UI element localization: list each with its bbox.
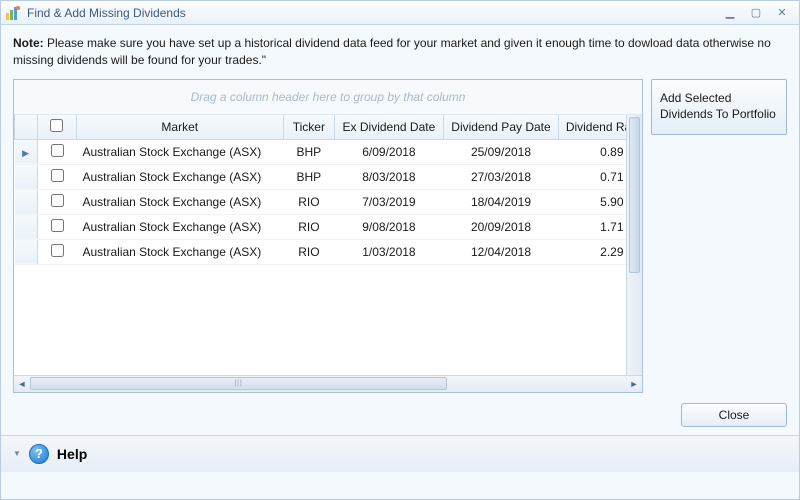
vertical-scroll-thumb[interactable] <box>629 117 640 273</box>
close-button[interactable]: Close <box>681 403 787 427</box>
col-dividend-pay-date[interactable]: Dividend Pay Date <box>443 115 559 140</box>
cell-ticker: RIO <box>283 189 335 214</box>
select-all-checkbox[interactable] <box>50 119 63 132</box>
cell-market: Australian Stock Exchange (ASX) <box>76 164 283 189</box>
cell-pay-date: 25/09/2018 <box>443 139 559 164</box>
cell-ex-date: 9/08/2018 <box>335 214 443 239</box>
row-checkbox[interactable] <box>51 194 64 207</box>
col-ticker[interactable]: Ticker <box>283 115 335 140</box>
row-checkbox[interactable] <box>51 169 64 182</box>
row-checkbox[interactable] <box>51 144 64 157</box>
maximize-button[interactable]: ▢ <box>747 6 765 20</box>
row-indicator <box>15 239 38 264</box>
scroll-left-arrow[interactable]: ◄ <box>14 379 30 389</box>
cell-ticker: BHP <box>283 164 335 189</box>
horizontal-scrollbar[interactable]: ◄ ||| ► <box>14 375 642 392</box>
app-icon <box>5 5 21 21</box>
vertical-scrollbar[interactable] <box>626 115 642 375</box>
cell-market: Australian Stock Exchange (ASX) <box>76 239 283 264</box>
row-checkbox-cell[interactable] <box>37 139 76 164</box>
table-row[interactable]: Australian Stock Exchange (ASX)RIO7/03/2… <box>15 189 642 214</box>
select-all-header[interactable] <box>37 115 76 140</box>
cell-pay-date: 12/04/2018 <box>443 239 559 264</box>
row-indicator: ▶ <box>15 139 38 164</box>
row-checkbox-cell[interactable] <box>37 239 76 264</box>
table-row[interactable]: Australian Stock Exchange (ASX)RIO9/08/2… <box>15 214 642 239</box>
cell-ticker: RIO <box>283 214 335 239</box>
cell-pay-date: 20/09/2018 <box>443 214 559 239</box>
note-label: Note: <box>13 36 44 50</box>
cell-market: Australian Stock Exchange (ASX) <box>76 214 283 239</box>
scroll-right-arrow[interactable]: ► <box>626 379 642 389</box>
horizontal-scroll-thumb[interactable]: ||| <box>30 377 447 390</box>
row-checkbox[interactable] <box>51 219 64 232</box>
title-bar: Find & Add Missing Dividends ▁ ▢ ✕ <box>1 1 799 25</box>
dividends-grid: Drag a column header here to group by th… <box>13 79 643 393</box>
table-row[interactable]: Australian Stock Exchange (ASX)RIO1/03/2… <box>15 239 642 264</box>
row-indicator <box>15 189 38 214</box>
cell-market: Australian Stock Exchange (ASX) <box>76 189 283 214</box>
cell-pay-date: 27/03/2018 <box>443 164 559 189</box>
help-label: Help <box>57 446 87 462</box>
add-selected-dividends-button[interactable]: Add Selected Dividends To Portfolio <box>651 79 787 135</box>
cell-pay-date: 18/04/2019 <box>443 189 559 214</box>
col-market[interactable]: Market <box>76 115 283 140</box>
help-icon: ? <box>29 444 49 464</box>
close-window-button[interactable]: ✕ <box>773 6 791 20</box>
note-text: Note: Please make sure you have set up a… <box>13 35 787 79</box>
help-section[interactable]: ▼ ? Help <box>1 435 799 472</box>
row-header-col <box>15 115 38 140</box>
window-title: Find & Add Missing Dividends <box>27 6 721 20</box>
cell-ticker: RIO <box>283 239 335 264</box>
row-indicator <box>15 214 38 239</box>
chevron-down-icon: ▼ <box>13 449 21 458</box>
table-row[interactable]: ▶ Australian Stock Exchange (ASX)BHP6/09/… <box>15 139 642 164</box>
row-indicator <box>15 164 38 189</box>
cell-ex-date: 6/09/2018 <box>335 139 443 164</box>
cell-ex-date: 7/03/2019 <box>335 189 443 214</box>
minimize-button[interactable]: ▁ <box>721 6 739 20</box>
cell-ticker: BHP <box>283 139 335 164</box>
row-checkbox-cell[interactable] <box>37 189 76 214</box>
cell-market: Australian Stock Exchange (ASX) <box>76 139 283 164</box>
row-checkbox[interactable] <box>51 244 64 257</box>
row-checkbox-cell[interactable] <box>37 164 76 189</box>
cell-ex-date: 1/03/2018 <box>335 239 443 264</box>
header-row: Market Ticker Ex Dividend Date Dividend … <box>15 115 642 140</box>
col-ex-dividend-date[interactable]: Ex Dividend Date <box>335 115 443 140</box>
cell-ex-date: 8/03/2018 <box>335 164 443 189</box>
row-checkbox-cell[interactable] <box>37 214 76 239</box>
group-by-hint[interactable]: Drag a column header here to group by th… <box>14 80 642 115</box>
table-row[interactable]: Australian Stock Exchange (ASX)BHP8/03/2… <box>15 164 642 189</box>
